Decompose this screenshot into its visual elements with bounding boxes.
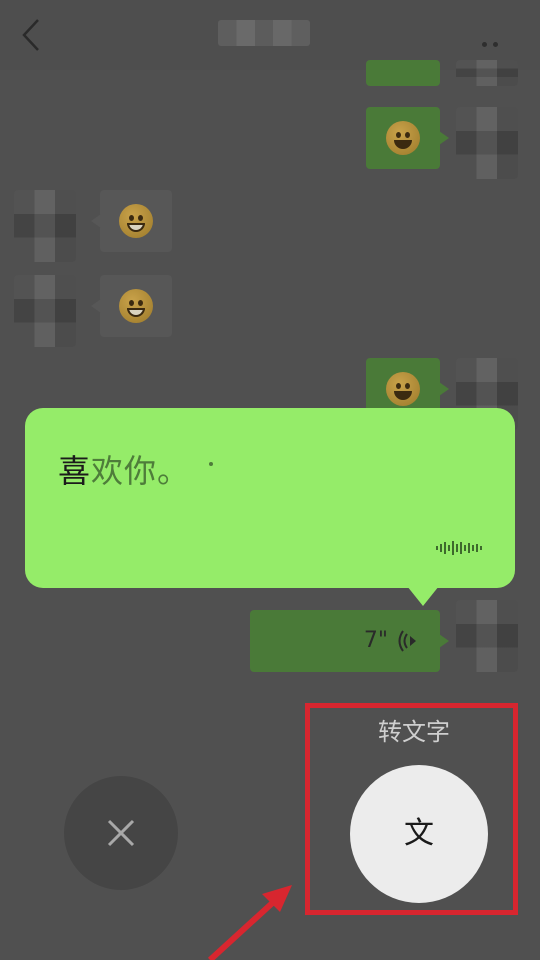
typing-dot [209,462,213,466]
voice-wave-icon [398,630,416,652]
annotation-arrow [207,885,292,960]
cancel-button[interactable] [64,776,178,890]
avatar [456,600,518,672]
convert-to-text-label: 转文字 [378,718,450,746]
smile-emoji-icon [386,372,420,406]
more-icon[interactable] [482,32,512,66]
close-icon [107,819,135,847]
message-bubble-sent [366,60,440,86]
avatar [14,275,76,347]
back-icon[interactable] [20,18,44,52]
grin-emoji-icon [119,289,153,323]
grin-emoji-icon [119,204,153,238]
avatar [456,60,518,86]
audio-wave-icon [436,541,482,555]
message-bubble-received [91,190,172,252]
voice-duration: 7" [363,628,388,653]
transcript-recognized: 喜 [58,452,92,490]
convert-to-text-button[interactable]: 文 [350,765,488,903]
avatar [456,107,518,179]
message-bubble-sent [366,107,449,169]
transcript-pending: 欢你。 [91,452,191,490]
message-bubble-received [91,275,172,337]
speech-to-text-popup: 喜欢你。 [25,408,515,606]
smile-emoji-icon [386,121,420,155]
transcript-text: 喜欢你。 [58,446,190,492]
chat-title-blurred [218,20,310,46]
avatar [14,190,76,262]
text-icon: 文 [404,816,434,851]
voice-message-bubble[interactable]: 7" [250,610,449,672]
